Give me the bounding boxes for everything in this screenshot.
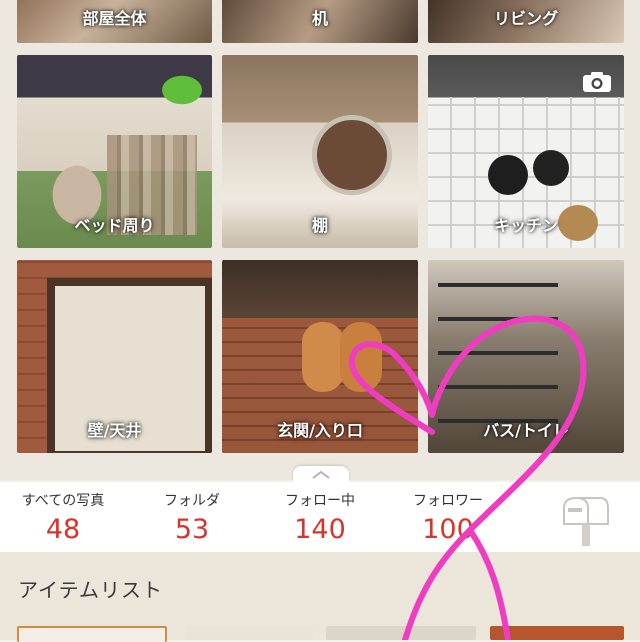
category-tile-room[interactable]: 部屋全体	[17, 0, 212, 43]
category-label: 棚	[311, 216, 328, 235]
stat-label: フォロワー	[413, 493, 483, 509]
profile-stats: すべての写真 48 フォルダ 53 フォロー中 140 フォロワー 100	[0, 482, 640, 552]
category-label: 壁/天井	[87, 421, 142, 440]
stat-label: フォロー中	[285, 493, 355, 509]
category-grid: 部屋全体 机 リビング ベッド周り 棚 キッチン 壁/天井 玄関/入り口 バス/…	[0, 0, 640, 480]
stat-followers[interactable]: フォロワー 100	[393, 490, 503, 545]
category-tile-bedside[interactable]: ベッド周り	[17, 55, 212, 248]
stat-value: 48	[45, 514, 81, 545]
category-tile-bath[interactable]: バス/トイレ	[428, 260, 624, 453]
camera-icon[interactable]	[582, 71, 612, 93]
stat-label: フォルダ	[164, 493, 220, 509]
category-label: 部屋全体	[82, 9, 147, 28]
category-tile-shelf[interactable]: 棚	[222, 55, 418, 248]
category-label: 玄関/入り口	[277, 421, 363, 440]
item-thumbnail[interactable]	[326, 626, 476, 640]
category-label: リビング	[493, 9, 558, 28]
stat-value: 53	[174, 514, 210, 545]
item-list-title: アイテムリスト	[18, 578, 163, 602]
stat-value: 100	[422, 514, 474, 545]
category-label: ベッド周り	[74, 216, 155, 235]
stat-label: すべての写真	[21, 493, 105, 509]
item-thumbnail[interactable]	[185, 626, 313, 640]
category-label: バス/トイレ	[483, 421, 569, 440]
category-tile-desk[interactable]: 机	[222, 0, 418, 43]
category-tile-kitchen[interactable]: キッチン	[428, 55, 624, 248]
mailbox-icon[interactable]	[560, 494, 610, 546]
stat-folders[interactable]: フォルダ 53	[137, 490, 247, 545]
category-tile-entrance[interactable]: 玄関/入り口	[222, 260, 418, 453]
category-label: 机	[311, 9, 328, 28]
category-tile-living[interactable]: リビング	[428, 0, 624, 43]
category-tile-wall[interactable]: 壁/天井	[17, 260, 212, 453]
category-label: キッチン	[493, 216, 558, 235]
item-thumbnail[interactable]	[490, 626, 624, 640]
stat-all-photos[interactable]: すべての写真 48	[8, 490, 118, 545]
stat-value: 140	[294, 514, 346, 545]
chevron-up-icon	[312, 470, 330, 479]
stat-following[interactable]: フォロー中 140	[265, 490, 375, 545]
